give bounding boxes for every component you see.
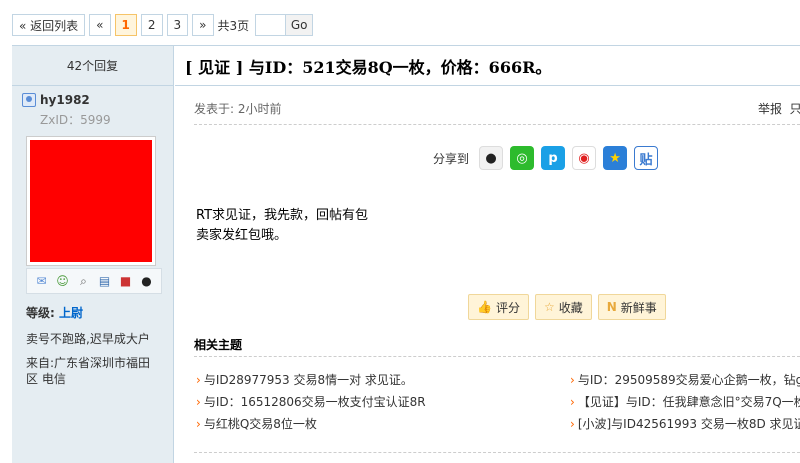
post-time: 发表于: 2小时前 xyxy=(194,102,282,116)
profile-card-icon[interactable]: ▤ xyxy=(97,273,113,289)
avatar[interactable] xyxy=(26,136,156,266)
total-pages-label: 共3页 xyxy=(217,18,250,33)
post-body-line: 卖家发红包哦。 xyxy=(196,228,288,243)
go-button[interactable]: Go xyxy=(286,15,313,35)
user-level: 等级: 上尉 xyxy=(26,304,83,321)
user-location: 来自:广东省深圳市福田区 电信 xyxy=(26,356,151,386)
tieba-share-icon[interactable]: 贴 xyxy=(634,146,659,170)
username[interactable]: hy1982 xyxy=(40,93,90,107)
related-item[interactable]: › 与红桃Q交易8位一枚 xyxy=(196,415,317,432)
related-item[interactable]: › 与ID28977953 交易8情一对 求见证。 xyxy=(196,371,413,388)
post-tools: 举报 只 xyxy=(758,100,800,117)
wechat-share-icon[interactable]: ◎ xyxy=(510,146,535,170)
report-link[interactable]: 举报 xyxy=(758,102,782,116)
search-posts-icon[interactable]: ⌕ xyxy=(76,273,92,289)
next-page-button[interactable]: » xyxy=(192,14,214,36)
arrow-icon: › xyxy=(570,417,575,431)
user-icon xyxy=(22,93,36,107)
add-friend-icon[interactable]: ☺ xyxy=(55,273,71,289)
page-2-button[interactable]: 2 xyxy=(140,14,163,36)
thumbs-up-icon: 👍 xyxy=(477,300,492,314)
blocks-icon[interactable]: ■ xyxy=(118,273,134,289)
news-icon: N xyxy=(606,300,617,314)
user-action-icons: ✉ ☺ ⌕ ▤ ■ ● xyxy=(26,268,162,294)
related-divider xyxy=(194,356,800,357)
thread-title: [ 见证 ] 与ID：521交易8Q一枚，价格：666R。 xyxy=(185,57,552,77)
weibo-share-icon[interactable]: ◉ xyxy=(572,146,597,170)
share-news-button[interactable]: N 新鲜事 xyxy=(597,294,666,320)
arrow-icon: › xyxy=(196,417,201,431)
star-icon: ☆ xyxy=(543,300,555,314)
page-jump-input[interactable] xyxy=(256,15,287,35)
arrow-icon: › xyxy=(570,373,575,387)
level-value[interactable]: 上尉 xyxy=(59,306,83,320)
post-body-line: RT求见证，我先款，回帖有包 xyxy=(196,208,369,223)
user-signature: 卖号不跑路,迟早成大户 xyxy=(26,332,150,346)
page-1-button[interactable]: 1 xyxy=(114,14,137,36)
pengyou-share-icon[interactable]: p xyxy=(541,146,566,170)
avatar-image xyxy=(30,140,152,262)
bottom-divider xyxy=(194,452,800,453)
related-item[interactable]: › 与ID：16512806交易一枚支付宝认证8R xyxy=(196,393,426,410)
user-zxid: ZxID：5999 xyxy=(40,113,111,127)
prev-page-button[interactable]: « xyxy=(89,14,111,36)
rate-button[interactable]: 👍 评分 xyxy=(468,294,529,320)
reply-count: 42个回复 xyxy=(12,46,173,86)
qq-share-icon[interactable]: ● xyxy=(479,146,504,170)
related-item[interactable]: ›与ID：29509589交易爱心企鹅一枚，钻genre xyxy=(570,371,800,388)
user-link[interactable]: hy1982 xyxy=(22,93,90,107)
qq-icon[interactable]: ● xyxy=(139,273,155,289)
back-to-list-button[interactable]: « 返回列表 xyxy=(12,14,86,36)
related-title: 相关主题 xyxy=(194,338,243,352)
pager: « 返回列表 « 1 2 3 » 共3页 Go xyxy=(12,14,314,36)
thread-titlebar: [ 见证 ] 与ID：521交易8Q一枚，价格：666R。 xyxy=(175,46,800,86)
share-label: 分享到 xyxy=(433,151,470,166)
page-jump: Go xyxy=(255,14,314,36)
page-3-button[interactable]: 3 xyxy=(166,14,189,36)
level-label: 等级: xyxy=(26,306,55,320)
arrow-icon: › xyxy=(570,395,575,409)
favorite-button[interactable]: ☆ 收藏 xyxy=(534,294,592,320)
arrow-icon: › xyxy=(196,395,201,409)
related-item[interactable]: › [小波]与ID42561993 交易一枚8D 求见证 xyxy=(570,415,800,432)
related-item[interactable]: › 【见证】与ID：任我肆意念旧°交易7Q一枚 xyxy=(570,393,800,410)
message-icon[interactable]: ✉ xyxy=(34,273,50,289)
qzone-share-icon[interactable]: ★ xyxy=(603,146,628,170)
arrow-icon: › xyxy=(196,373,201,387)
post-actions: 👍 评分 ☆ 收藏 N 新鲜事 xyxy=(468,294,672,320)
share-bar: 分享到 ● ◎ p ◉ ★ 贴 xyxy=(433,146,665,170)
only-author-link[interactable]: 只 xyxy=(790,102,800,116)
post-body: RT求见证，我先款，回帖有包 卖家发红包哦。 xyxy=(196,206,368,246)
meta-divider xyxy=(194,124,800,125)
